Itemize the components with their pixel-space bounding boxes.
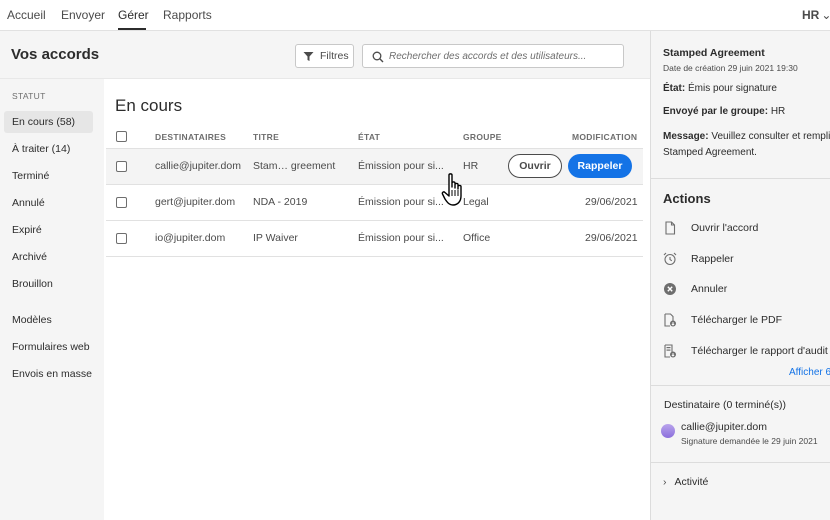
table-row[interactable]: io@jupiter.dom IP Waiver Émission pour s… [106, 221, 643, 257]
state-field: État: Émis pour signature [663, 81, 830, 97]
agreement-title: Stamped Agreement [663, 47, 765, 59]
column-header-modified[interactable]: MODIFICATION [572, 132, 637, 142]
page-title: Vos accords [11, 46, 100, 63]
row-checkbox[interactable] [116, 233, 127, 244]
table-header: DESTINATAIRES TITRE ÉTAT GROUPE MODIFICA… [106, 125, 643, 149]
cell-status: Émission pour si... [358, 160, 444, 172]
sidebar-item-envois-en-masse[interactable]: Envois en masse [4, 363, 93, 385]
cell-recipient: callie@jupiter.dom [155, 160, 241, 172]
tab-gerer[interactable]: Gérer [118, 8, 149, 22]
chevron-down-icon: ⌄ [821, 8, 830, 22]
activity-label: Activité [674, 476, 709, 488]
filters-button[interactable]: Filtres [295, 44, 354, 68]
hand-cursor-icon [441, 173, 462, 206]
cell-title: Stam… greement [253, 160, 336, 172]
recipients-heading: Destinataire (0 terminé(s)) [664, 399, 786, 411]
message-field: Message: Veuillez consulter et remplir S… [663, 129, 830, 161]
cell-status: Émission pour si... [358, 232, 444, 244]
sidebar-item-annule[interactable]: Annulé [4, 192, 93, 214]
sidebar-item-termine[interactable]: Terminé [4, 165, 93, 187]
action-remind[interactable]: Rappeler [663, 250, 830, 270]
active-tab-indicator [118, 28, 146, 30]
show-more-link[interactable]: Afficher 6 [789, 367, 830, 378]
cell-group: HR [463, 160, 479, 172]
actions-heading: Actions [663, 191, 711, 206]
sent-by-field: Envoyé par le groupe: HR [663, 104, 830, 120]
agreement-created-date: Date de création 29 juin 2021 19:30 [663, 63, 798, 73]
action-open-agreement[interactable]: Ouvrir l'accord [663, 219, 830, 239]
select-all-checkbox[interactable] [116, 131, 127, 142]
cell-group: Office [463, 232, 491, 244]
sidebar-item-archive[interactable]: Archivé [4, 246, 93, 268]
sidebar-item-brouillon[interactable]: Brouillon [4, 273, 93, 295]
action-cancel[interactable]: Annuler [663, 280, 830, 300]
download-report-icon [664, 344, 676, 358]
table-row[interactable]: callie@jupiter.dom Stam… greement Émissi… [106, 149, 643, 185]
agreements-table: DESTINATAIRES TITRE ÉTAT GROUPE MODIFICA… [106, 125, 643, 257]
sidebar-item-formulaires-web[interactable]: Formulaires web [4, 336, 93, 358]
sent-by-value: HR [770, 106, 786, 117]
search-icon [372, 51, 384, 63]
cell-status: Émission pour si... [358, 196, 444, 208]
column-header-recipients[interactable]: DESTINATAIRES [155, 132, 226, 142]
divider [651, 178, 830, 179]
user-menu-label: HR [802, 8, 820, 22]
agreements-list-panel: En cours DESTINATAIRES TITRE ÉTAT GROUPE… [104, 79, 650, 520]
action-download-audit-report[interactable]: Télécharger le rapport d'audit [663, 342, 830, 362]
action-label: Ouvrir l'accord [691, 222, 759, 234]
remind-button[interactable]: Rappeler [568, 154, 632, 178]
row-checkbox[interactable] [116, 161, 127, 172]
top-nav: Accueil Envoyer Gérer Rapports HR ⌄ [0, 0, 830, 31]
status-sidebar: STATUT En cours (58) À traiter (14) Term… [0, 79, 104, 520]
sidebar-item-modeles[interactable]: Modèles [4, 309, 93, 331]
action-download-pdf[interactable]: Télécharger le PDF [663, 311, 830, 331]
user-menu[interactable]: HR ⌄ [802, 8, 830, 22]
page-header: Vos accords Filtres [0, 31, 650, 79]
chevron-right-icon: › [663, 476, 667, 488]
recipient-status: Signature demandée le 29 juin 2021 [681, 436, 818, 446]
state-key: État: [663, 83, 686, 94]
action-label: Télécharger le rapport d'audit [691, 345, 828, 357]
cell-title: IP Waiver [253, 232, 298, 244]
column-header-status[interactable]: ÉTAT [358, 132, 380, 142]
sent-by-key: Envoyé par le groupe: [663, 106, 769, 117]
cell-modified: 29/06/2021 [585, 232, 638, 244]
details-panel: Stamped Agreement Date de création 29 ju… [650, 31, 830, 520]
status-heading: STATUT [12, 91, 46, 101]
search-input[interactable] [389, 48, 619, 64]
state-value: Émis pour signature [688, 83, 777, 94]
action-label: Annuler [691, 283, 728, 295]
filters-label: Filtres [320, 50, 349, 62]
cancel-circle-icon [664, 283, 676, 295]
table-row[interactable]: gert@jupiter.dom NDA - 2019 Émission pou… [106, 185, 643, 221]
sidebar-item-expire[interactable]: Expiré [4, 219, 93, 241]
message-key: Message: [663, 131, 709, 142]
alarm-clock-icon [663, 252, 677, 266]
divider [651, 385, 830, 386]
activity-toggle[interactable]: › Activité [663, 476, 708, 488]
row-checkbox[interactable] [116, 197, 127, 208]
sidebar-item-en-cours[interactable]: En cours (58) [4, 111, 93, 133]
tab-rapports[interactable]: Rapports [163, 8, 212, 22]
column-header-title[interactable]: TITRE [253, 132, 279, 142]
cell-recipient: gert@jupiter.dom [155, 196, 236, 208]
divider [651, 462, 830, 463]
open-button[interactable]: Ouvrir [508, 154, 562, 178]
tab-accueil[interactable]: Accueil [7, 8, 46, 22]
action-label: Rappeler [691, 253, 734, 265]
cell-recipient: io@jupiter.dom [155, 232, 226, 244]
filter-icon [303, 52, 314, 61]
cell-title: NDA - 2019 [253, 196, 308, 208]
download-pdf-icon [664, 313, 676, 327]
recipient-email: callie@jupiter.dom [681, 421, 767, 433]
column-header-group[interactable]: GROUPE [463, 132, 502, 142]
cell-modified: 29/06/2021 [585, 196, 638, 208]
sidebar-item-a-traiter[interactable]: À traiter (14) [4, 138, 93, 160]
search-box[interactable] [362, 44, 624, 68]
section-title: En cours [115, 96, 183, 115]
action-label: Télécharger le PDF [691, 314, 783, 326]
tab-envoyer[interactable]: Envoyer [61, 8, 105, 22]
document-icon [665, 221, 676, 235]
avatar [661, 424, 675, 438]
